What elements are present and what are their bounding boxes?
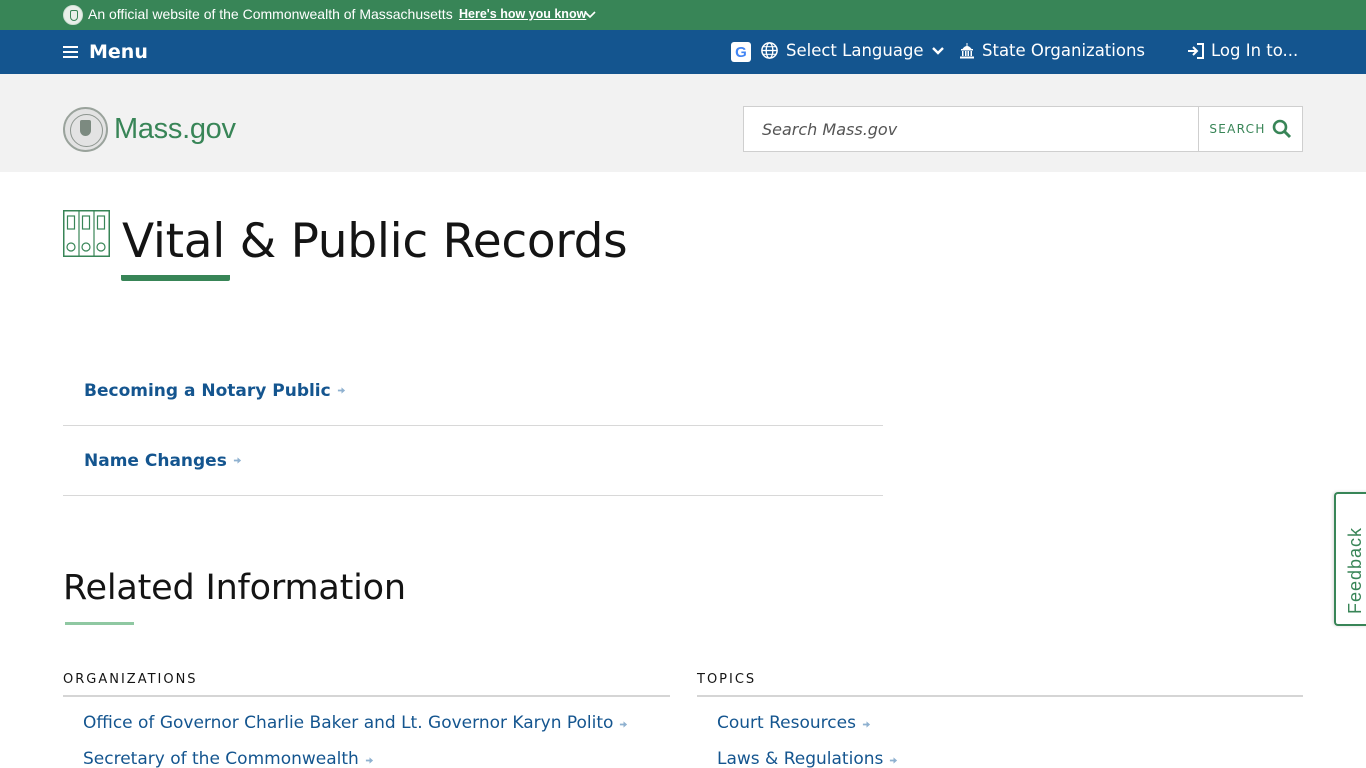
topics-heading: TOPICS [697,672,1303,697]
official-banner: An official website of the Commonwealth … [0,0,1366,30]
organization-link-label: Office of Governor Charlie Baker and Lt.… [83,713,614,733]
link-name-changes[interactable]: Name Changes [63,426,883,496]
search-input[interactable] [744,107,1198,151]
chevron-down-icon [931,46,944,55]
related-organizations: ORGANIZATIONS Office of Governor Charlie… [63,672,670,768]
feedback-label: Feedback [1345,526,1365,614]
log-in-button[interactable]: Log In to... [1186,41,1298,60]
arrow-right-icon [233,457,241,464]
related-underline [65,622,134,625]
heres-how-you-know-link[interactable]: Here's how you know [459,7,586,21]
log-in-label: Log In to... [1211,41,1299,60]
link-label: Becoming a Notary Public [84,380,331,401]
related-information-heading: Related Information [63,568,406,608]
search-icon [1272,119,1291,139]
google-translate-icon: G [731,42,751,62]
state-organizations-button[interactable]: State Organizations [959,41,1145,60]
chevron-down-icon[interactable] [583,8,597,22]
arrow-right-icon [620,721,628,728]
menu-label: Menu [89,41,148,63]
official-banner-text: An official website of the Commonwealth … [88,6,453,22]
organization-link[interactable]: Secretary of the Commonwealth [83,749,670,768]
search-button-label: SEARCH [1209,122,1266,136]
organizations-heading: ORGANIZATIONS [63,672,670,697]
feedback-tab[interactable]: Feedback [1334,492,1366,626]
link-list: Becoming a Notary Public Name Changes [63,356,883,496]
hamburger-icon [63,45,78,59]
topic-link[interactable]: Laws & Regulations [717,749,1303,768]
search-form: SEARCH [743,106,1303,152]
title-underline [121,275,230,281]
organization-link-label: Secretary of the Commonwealth [83,749,359,768]
capitol-icon [960,43,974,59]
login-icon [1188,42,1204,59]
utility-nav: Menu G Select Language State Organizatio… [0,30,1366,74]
globe-icon [761,42,778,59]
arrow-right-icon [862,721,871,728]
organization-link[interactable]: Office of Governor Charlie Baker and Lt.… [83,713,670,749]
mass-seal-icon [63,107,108,152]
mass-gov-logo[interactable]: Mass.gov [63,107,236,152]
link-becoming-notary-public[interactable]: Becoming a Notary Public [63,356,883,426]
state-organizations-label: State Organizations [982,41,1146,60]
menu-button[interactable]: Menu [63,40,148,64]
binders-icon [63,210,110,257]
link-label: Name Changes [84,450,227,471]
page-title: Vital & Public Records [122,214,628,269]
site-header: Mass.gov SEARCH [0,74,1366,172]
seal-icon [63,5,83,25]
related-topics: TOPICS Court Resources Laws & Regulation… [697,672,1303,768]
arrow-right-icon [337,387,345,394]
topic-link-label: Court Resources [717,713,856,733]
select-language-button[interactable]: Select Language [760,41,945,60]
search-button[interactable]: SEARCH [1198,107,1302,151]
select-language-label: Select Language [786,41,924,60]
arrow-right-icon [890,757,898,764]
topic-link[interactable]: Court Resources [717,713,1303,749]
logo-text: Mass.gov [114,113,236,145]
arrow-right-icon [365,757,373,764]
topic-link-label: Laws & Regulations [717,749,884,768]
